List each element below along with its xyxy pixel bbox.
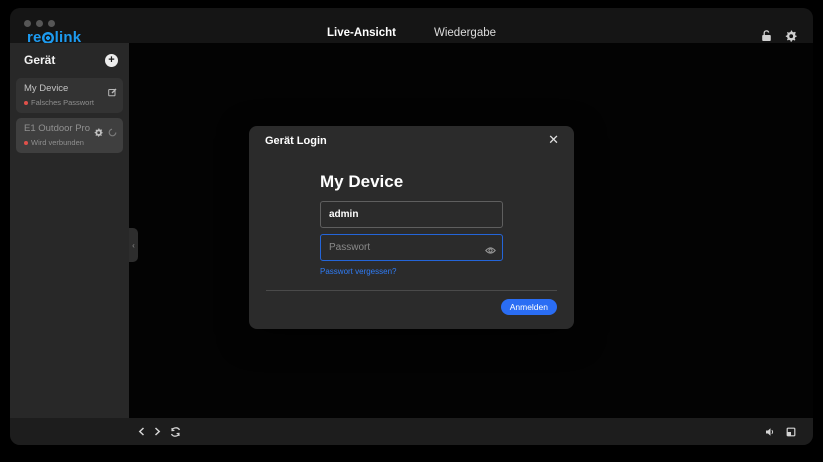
device-card-e1-outdoor-pro[interactable]: E1 Outdoor Pro Wird verbunden xyxy=(16,118,123,153)
toolbar-right-controls xyxy=(765,418,796,445)
device-name: My Device xyxy=(24,83,116,94)
status-dot-icon xyxy=(24,101,28,105)
connecting-spinner-icon xyxy=(108,124,117,142)
window-minimize-button[interactable] xyxy=(36,20,43,27)
sidebar-collapse-handle[interactable]: ‹ xyxy=(129,228,138,262)
sidebar-header: Gerät + xyxy=(10,43,129,75)
edit-device-icon[interactable] xyxy=(108,84,117,102)
password-input[interactable] xyxy=(320,234,503,261)
sidebar-title: Gerät xyxy=(24,53,55,67)
username-input[interactable] xyxy=(320,201,503,228)
device-name-heading: My Device xyxy=(320,172,503,192)
device-sidebar: Gerät + My Device Falsches Passwort E1 O… xyxy=(10,43,129,418)
device-status-text: Wird verbunden xyxy=(31,138,84,147)
settings-gear-icon[interactable] xyxy=(785,30,797,42)
device-login-modal: Gerät Login ✕ My Device Passwort vergess… xyxy=(249,126,574,329)
add-device-button[interactable]: + xyxy=(105,54,118,67)
login-form: My Device Passwort vergessen? xyxy=(320,172,503,279)
refresh-icon[interactable] xyxy=(170,427,181,437)
playback-toolbar xyxy=(10,418,813,445)
password-field-wrapper xyxy=(320,234,503,261)
login-button[interactable]: Anmelden xyxy=(501,299,557,315)
modal-divider xyxy=(266,290,557,291)
chevron-left-icon: ‹ xyxy=(132,241,135,250)
forgot-password-link[interactable]: Passwort vergessen? xyxy=(320,267,396,276)
titlebar-icons xyxy=(761,30,797,42)
toolbar-left-controls xyxy=(138,418,181,445)
device-status: Falsches Passwort xyxy=(24,98,116,107)
device-settings-gear-icon[interactable] xyxy=(94,124,103,142)
window-controls xyxy=(24,20,55,27)
previous-page-icon[interactable] xyxy=(138,427,145,436)
volume-icon[interactable] xyxy=(765,427,775,437)
show-password-eye-icon[interactable] xyxy=(485,242,496,260)
close-icon[interactable]: ✕ xyxy=(546,131,561,148)
device-card-icons xyxy=(94,124,117,142)
next-page-icon[interactable] xyxy=(154,427,161,436)
unlock-icon[interactable] xyxy=(761,30,772,42)
device-card-icons xyxy=(108,84,117,102)
window-zoom-button[interactable] xyxy=(48,20,55,27)
device-card-my-device[interactable]: My Device Falsches Passwort xyxy=(16,78,123,113)
device-status-text: Falsches Passwort xyxy=(31,98,94,107)
status-dot-icon xyxy=(24,141,28,145)
fullscreen-icon[interactable] xyxy=(786,427,796,437)
window-close-button[interactable] xyxy=(24,20,31,27)
modal-title: Gerät Login xyxy=(265,135,327,147)
